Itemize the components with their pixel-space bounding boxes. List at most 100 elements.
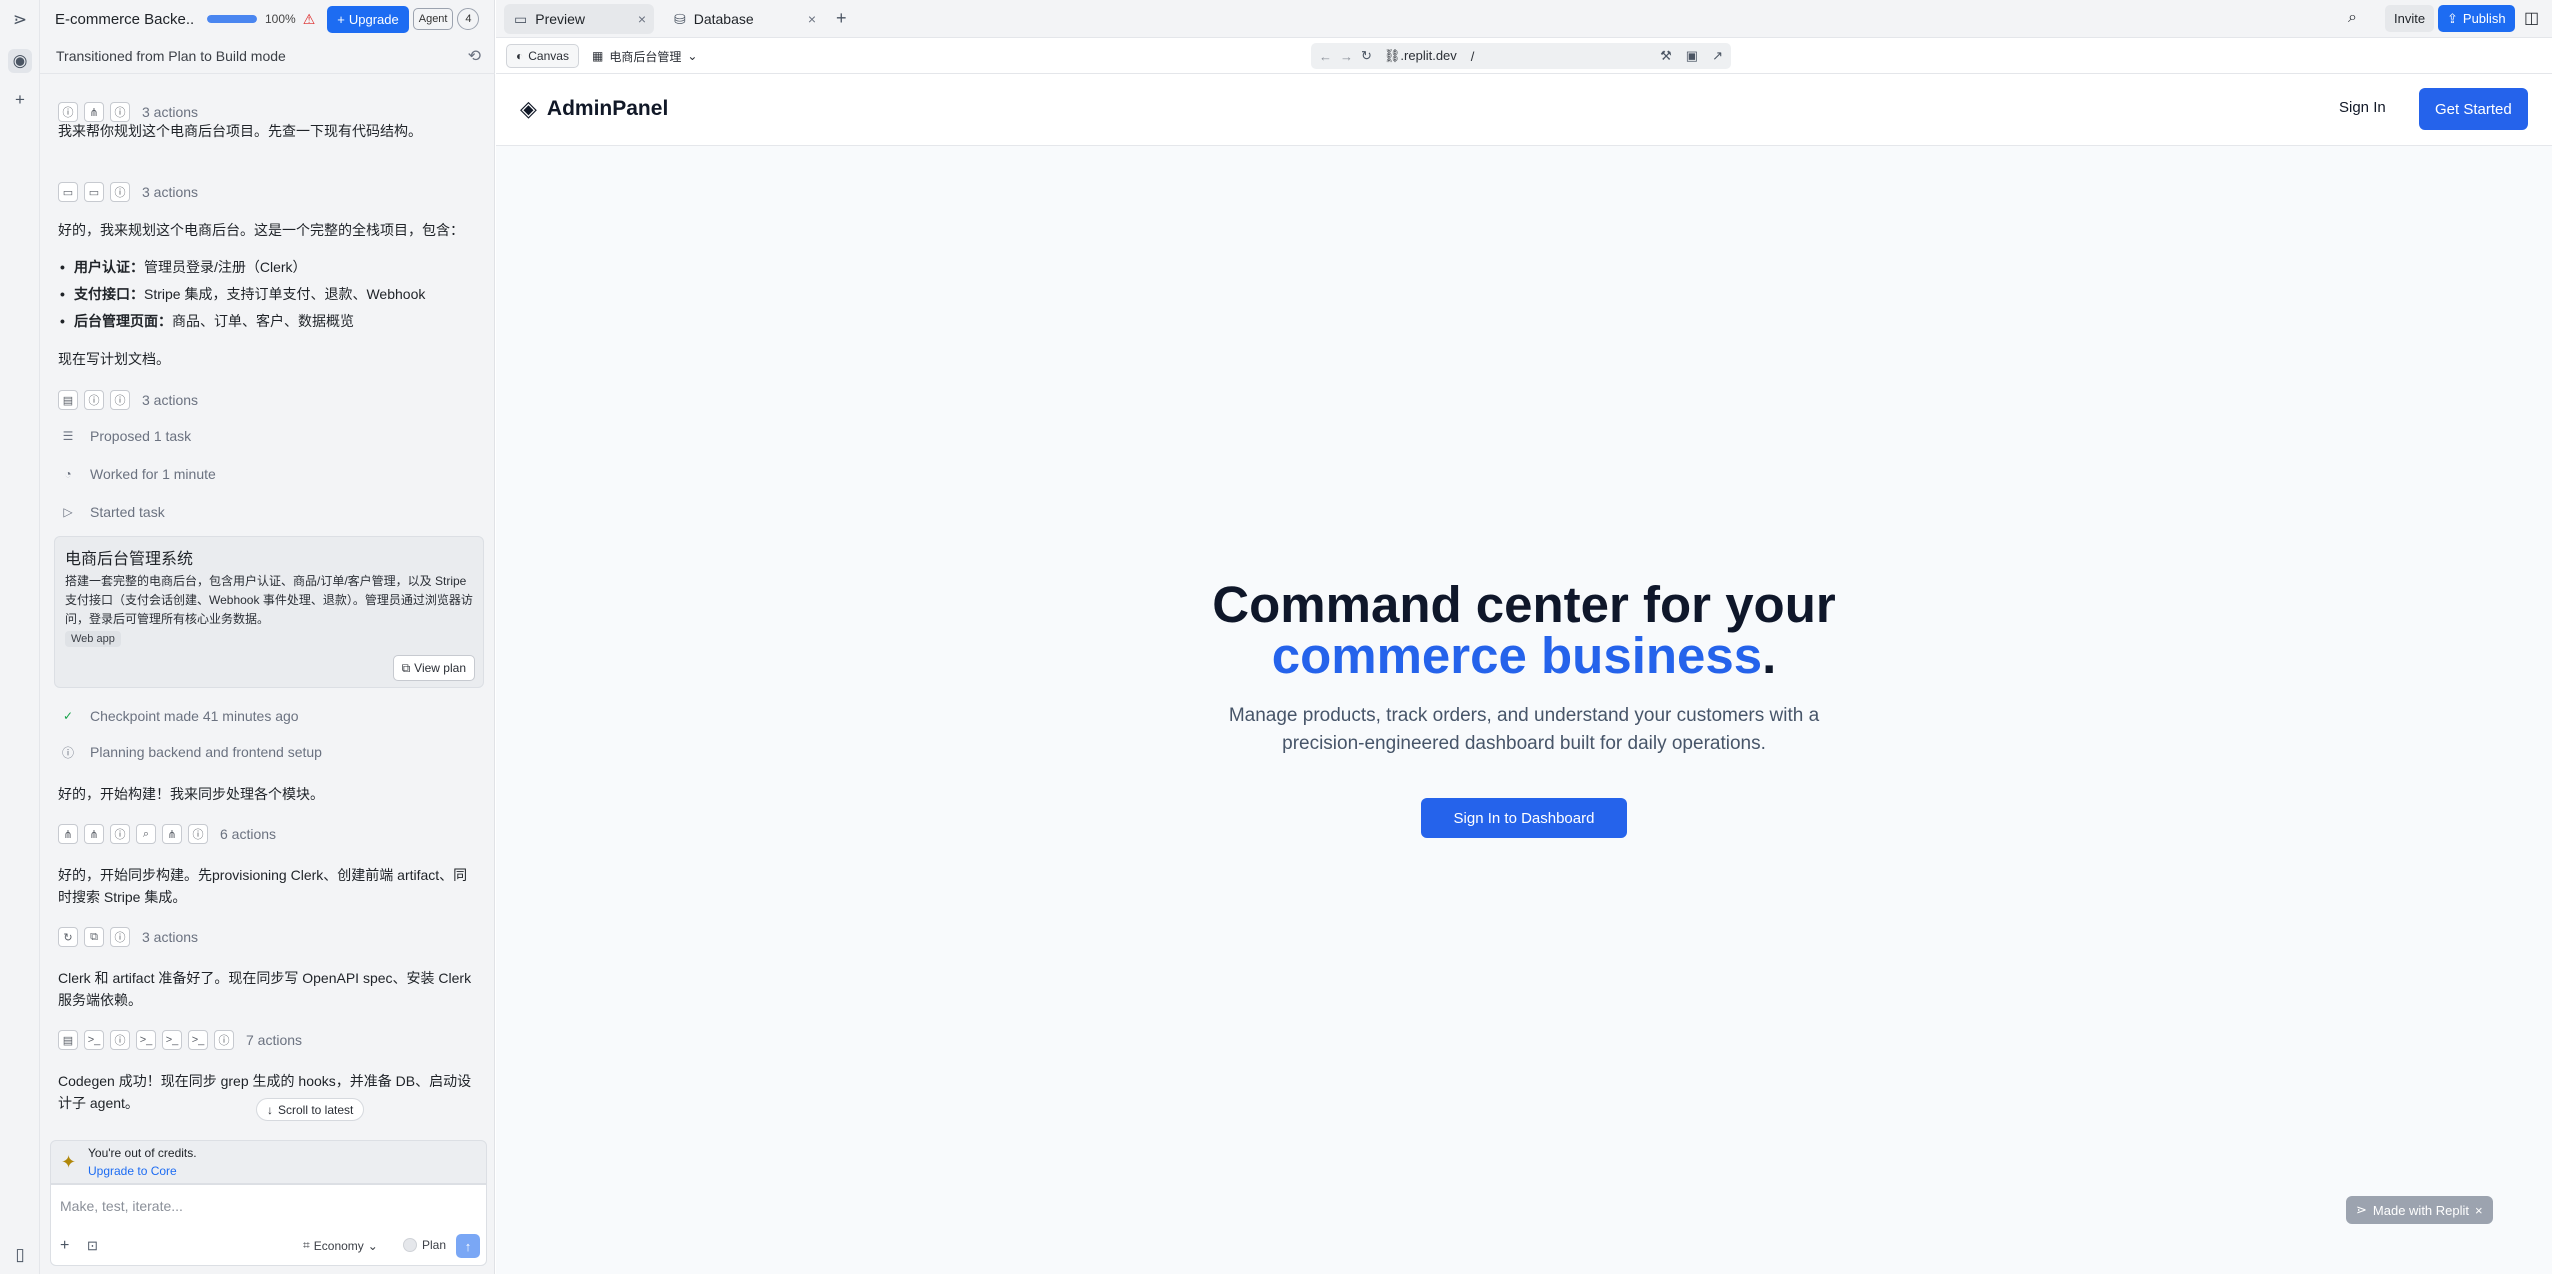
tree-icon: ⋔ (84, 102, 104, 122)
plan-toggle[interactable]: Plan (403, 1238, 446, 1252)
agent-icon[interactable]: ◉ (8, 49, 32, 73)
panel-layout-icon[interactable]: ◫ (2524, 8, 2539, 28)
toggle-sidebar-icon[interactable]: ▯ (8, 1243, 32, 1267)
tab-preview[interactable]: ▭ Preview × (504, 4, 654, 34)
action-group[interactable]: ▤ ⓘ ⓘ 3 actions (58, 390, 198, 410)
mode-banner: Transitioned from Plan to Build mode ⟲ (40, 38, 495, 74)
credits-notice: ✦ You're out of credits. Upgrade to Core (50, 1140, 487, 1184)
brand-name: AdminPanel (546, 97, 669, 120)
plan-card[interactable]: 电商后台管理系统 搭建一套完整的电商后台，包含用户认证、商品/订单/客户管理，以… (54, 536, 484, 688)
action-count: 6 actions (220, 826, 277, 842)
list-item: 用户认证：管理员登录/注册（Clerk） (58, 254, 478, 281)
workspace-tabs: ▭ Preview × ⛁ Database × + ⌕ Invite ⇪ Pub… (496, 0, 2552, 38)
upgrade-label: Upgrade (348, 11, 399, 27)
agent-badge[interactable]: Agent (412, 8, 454, 30)
made-with-label: Made with Replit (2372, 1202, 2470, 1218)
replit-logo-icon[interactable]: ⋗ (8, 8, 32, 32)
action-group[interactable]: ▭ ▭ ⓘ 3 actions (58, 182, 198, 202)
history-icon[interactable]: ⟲ (468, 46, 481, 66)
book-icon: ▭ (58, 182, 78, 202)
send-button[interactable]: ↑ (456, 1234, 480, 1258)
feature-list: 用户认证：管理员登录/注册（Clerk） 支付接口：Stripe 集成，支持订单… (58, 254, 478, 335)
forward-icon[interactable]: → (1340, 49, 1353, 64)
info-icon: ⓘ (110, 102, 130, 122)
url-bar[interactable]: ← → ↻ ⛓.replit.dev / ⚒ ▣ ↗ (1311, 43, 1731, 69)
new-tool-icon[interactable]: + (8, 88, 32, 112)
plan-title: 电商后台管理系统 (65, 551, 194, 568)
back-icon[interactable]: ← (1319, 49, 1332, 64)
action-group[interactable]: ▤ >_ ⓘ >_ >_ >_ ⓘ 7 actions (58, 1030, 302, 1050)
toggle-switch[interactable] (403, 1238, 417, 1252)
agent-message: Clerk 和 artifact 准备好了。现在同步写 OpenAPI spec… (58, 970, 472, 1008)
action-group[interactable]: ⓘ ⋔ ⓘ 3 actions (58, 102, 198, 122)
info-icon: ⓘ (84, 390, 104, 410)
scroll-to-latest-button[interactable]: ↓ Scroll to latest (256, 1098, 365, 1121)
app-selector[interactable]: ▦ 电商后台管理 ⌄ (592, 45, 697, 67)
new-tab-icon[interactable]: + (836, 8, 847, 29)
project-title[interactable]: E-commerce Backe... (55, 11, 195, 28)
scroll-to-latest-label: Scroll to latest (278, 1102, 354, 1117)
close-icon[interactable]: × (2475, 1203, 2483, 1218)
economy-mode-select[interactable]: ⌗ Economy ⌄ (303, 1238, 378, 1253)
replit-logo-icon: ⋗ (2356, 1202, 2367, 1217)
terminal-icon: >_ (84, 1030, 104, 1050)
add-attachment-icon[interactable]: + (60, 1237, 69, 1255)
publish-label: Publish (2462, 11, 2506, 26)
view-plan-button[interactable]: ⧉ View plan (392, 655, 475, 681)
arrow-down-icon: ↓ (267, 1102, 273, 1117)
site-header: ◈ AdminPanel Sign In Get Started (496, 74, 2552, 146)
action-group[interactable]: ⋔ ⋔ ⓘ ⌕ ⋔ ⓘ 6 actions (58, 824, 276, 844)
tab-database[interactable]: ⛁ Database × (664, 4, 824, 34)
book-icon: ▭ (84, 182, 104, 202)
wrench-icon[interactable]: ⚒ (1660, 48, 1672, 64)
list-item-text: 管理员登录/注册（Clerk） (144, 259, 307, 275)
chat-composer: + ⊡ ⌗Economy⌄ Plan ↑ (50, 1184, 487, 1266)
action-count: 3 actions (142, 392, 199, 408)
search-icon[interactable]: ⌕ (2348, 9, 2357, 27)
action-count: 3 actions (142, 929, 199, 945)
image-upload-icon[interactable]: ⊡ (87, 1238, 98, 1254)
upgrade-button[interactable]: + Upgrade (327, 5, 409, 33)
chat-messages[interactable]: ⓘ ⋔ ⓘ 3 actions 我来帮你规划这个电商后台项目。先查一下现有代码结构。… (40, 74, 495, 1140)
action-group[interactable]: ↻ ⧉ ⓘ 3 actions (58, 927, 198, 947)
invite-button[interactable]: Invite (2385, 5, 2435, 32)
info-icon: ⓘ (110, 182, 130, 202)
devices-icon[interactable]: ▣ (1686, 48, 1698, 64)
external-link-icon[interactable]: ↗ (1712, 48, 1723, 64)
preview-toolbar: ◐ Canvas ▦ 电商后台管理 ⌄ ← → ↻ ⛓.replit.dev / ⚒ … (496, 38, 2552, 74)
checkpoint[interactable]: ✓ Checkpoint made 41 minutes ago (58, 706, 299, 726)
document-icon: ⧉ (401, 660, 411, 675)
info-icon: ⓘ (188, 824, 208, 844)
agent-count-badge[interactable]: 4 (457, 8, 480, 30)
close-icon[interactable]: × (638, 11, 646, 27)
search-icon: ⌕ (136, 824, 156, 844)
sign-in-dashboard-button[interactable]: Sign In to Dashboard (1421, 798, 1627, 838)
chat-input[interactable] (60, 1195, 470, 1217)
close-icon[interactable]: × (808, 11, 816, 27)
app-preview: ◈ AdminPanel Sign In Get Started Command… (496, 74, 2552, 1274)
economy-label: Economy (313, 1238, 364, 1253)
url-path[interactable]: / (1471, 49, 1475, 64)
info-icon: ⓘ (58, 102, 78, 122)
file-icon: ▤ (58, 390, 78, 410)
brand[interactable]: ◈ AdminPanel (520, 96, 668, 122)
check-circle-icon: ✓ (62, 709, 74, 723)
usage-progress-fill (207, 15, 257, 23)
hero-title: Command center for your commerce busines… (496, 579, 2552, 681)
chevron-down-icon: ⌄ (367, 1238, 378, 1253)
mode-banner-text: Transitioned from Plan to Build mode (56, 47, 286, 64)
made-with-replit-badge[interactable]: ⋗ Made with Replit × (2346, 1196, 2493, 1224)
gauge-icon: ◔ (64, 467, 72, 481)
canvas-button[interactable]: ◐ Canvas (506, 44, 579, 68)
get-started-button[interactable]: Get Started (2419, 88, 2528, 130)
planning-status: ⓘ Planning backend and frontend setup (58, 742, 322, 762)
info-icon: ⓘ (61, 745, 74, 760)
agent-message: 好的，开始同步构建。先provisioning Clerk、创建前端 artif… (58, 867, 468, 905)
plan-description: 搭建一套完整的电商后台，包含用户认证、商品/订单/客户管理，以及 Stripe … (65, 574, 473, 626)
usage-percent: 100% (265, 12, 296, 26)
sign-in-link[interactable]: Sign In (2339, 99, 2386, 116)
info-icon: ⓘ (110, 1030, 130, 1050)
publish-button[interactable]: ⇪ Publish (2438, 5, 2515, 32)
reload-icon[interactable]: ↻ (1361, 48, 1372, 64)
upgrade-link[interactable]: Upgrade to Core (88, 1164, 177, 1178)
